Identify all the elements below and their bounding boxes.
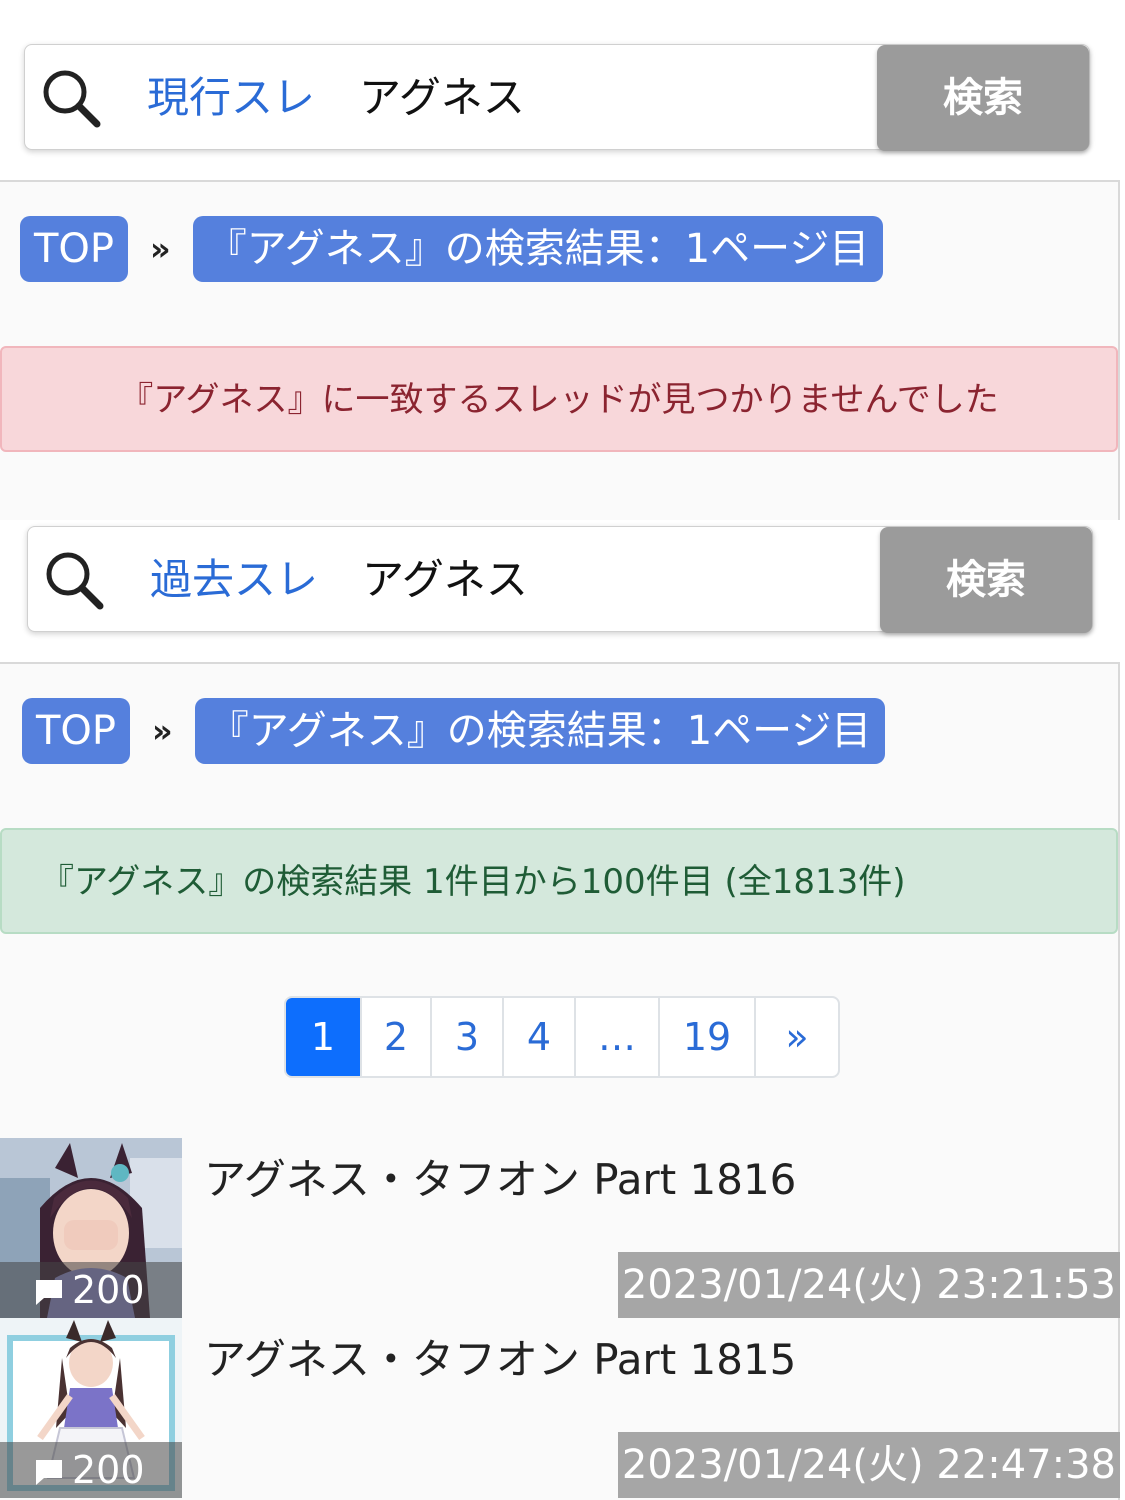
search-button[interactable]: 検索 bbox=[877, 45, 1089, 151]
comment-icon bbox=[36, 1280, 62, 1305]
search-scope-label[interactable]: 過去スレ bbox=[150, 527, 318, 633]
results-count-alert: 『アグネス』の検索結果 1件目から100件目 (全1813件) bbox=[0, 828, 1118, 934]
breadcrumb-top-link[interactable]: TOP bbox=[20, 216, 129, 282]
reply-count: 200 bbox=[0, 1262, 182, 1318]
breadcrumb: TOP » 『アグネス』の検索結果：1ページ目 bbox=[20, 216, 884, 282]
page-link-19[interactable]: 19 bbox=[658, 998, 754, 1076]
comment-icon bbox=[36, 1460, 62, 1485]
past-search-bar: 過去スレ アグネス 検索 bbox=[27, 526, 1093, 633]
breadcrumb-separator: » bbox=[152, 712, 173, 750]
thread-date: 2023/01/24(火) 23:21:53 bbox=[617, 1252, 1120, 1318]
thread-list-item[interactable]: 200 アグネス・タフオン Part 1816 2023/01/24(火) 23… bbox=[0, 1138, 1120, 1318]
reply-count: 200 bbox=[0, 1442, 182, 1498]
thread-thumbnail[interactable]: 200 bbox=[0, 1318, 182, 1498]
page-link-1[interactable]: 1 bbox=[286, 998, 360, 1076]
thread-list-item[interactable]: 200 アグネス・タフオン Part 1815 2023/01/24(火) 22… bbox=[0, 1318, 1120, 1498]
thread-title[interactable]: アグネス・タフオン Part 1816 bbox=[204, 1146, 796, 1207]
reply-count-value: 200 bbox=[72, 1448, 145, 1492]
thread-date: 2023/01/24(火) 22:47:38 bbox=[617, 1432, 1120, 1498]
no-results-alert: 『アグネス』に一致するスレッドが見つかりませんでした bbox=[0, 346, 1118, 452]
breadcrumb-current[interactable]: 『アグネス』の検索結果：1ページ目 bbox=[194, 698, 886, 764]
thread-thumbnail[interactable]: 200 bbox=[0, 1138, 182, 1318]
pagination: 1 2 3 4 … 19 » bbox=[284, 996, 840, 1078]
search-input[interactable]: アグネス bbox=[362, 527, 528, 633]
search-icon bbox=[43, 70, 101, 128]
search-button[interactable]: 検索 bbox=[880, 527, 1092, 633]
page-ellipsis: … bbox=[574, 998, 658, 1076]
breadcrumb-separator: » bbox=[150, 230, 171, 268]
next-page-icon[interactable]: » bbox=[754, 998, 838, 1076]
reply-count-value: 200 bbox=[72, 1268, 145, 1312]
search-scope-label[interactable]: 現行スレ bbox=[147, 45, 315, 151]
breadcrumb-current[interactable]: 『アグネス』の検索結果：1ページ目 bbox=[192, 216, 884, 282]
thread-title[interactable]: アグネス・タフオン Part 1815 bbox=[204, 1326, 796, 1387]
page-link-4[interactable]: 4 bbox=[502, 998, 574, 1076]
page-link-2[interactable]: 2 bbox=[360, 998, 430, 1076]
current-search-bar: 現行スレ アグネス 検索 bbox=[24, 44, 1090, 151]
page-link-3[interactable]: 3 bbox=[430, 998, 502, 1076]
breadcrumb-top-link[interactable]: TOP bbox=[22, 698, 131, 764]
search-input[interactable]: アグネス bbox=[359, 45, 525, 151]
search-icon bbox=[46, 552, 104, 610]
breadcrumb: TOP » 『アグネス』の検索結果：1ページ目 bbox=[22, 698, 886, 764]
